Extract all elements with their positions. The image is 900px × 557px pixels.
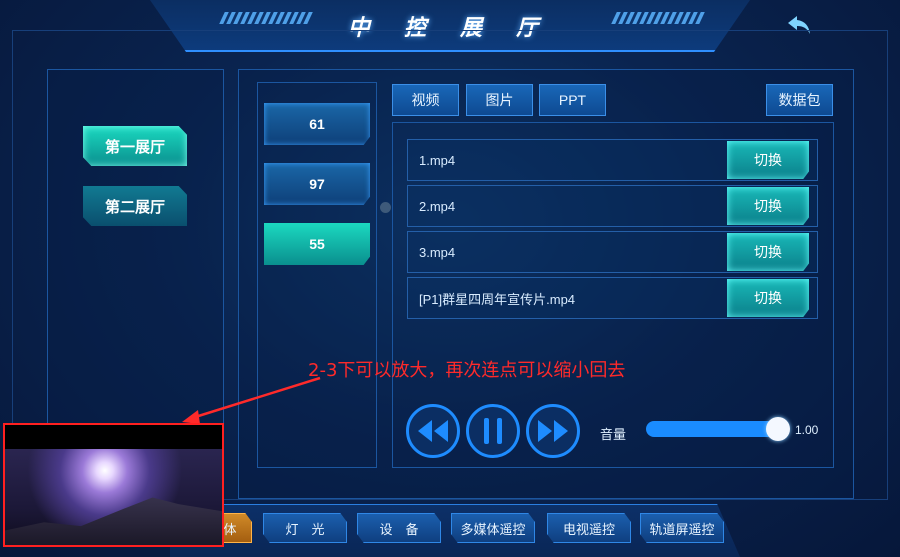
- tab-label: 视频: [411, 92, 440, 108]
- hall-button-2[interactable]: 第二展厅: [83, 186, 187, 226]
- nav-lighting[interactable]: 灯 光: [263, 513, 347, 543]
- switch-label: 切换: [754, 152, 782, 168]
- tab-image[interactable]: 图片: [466, 84, 533, 116]
- fast-forward-icon: [538, 420, 568, 442]
- nav-tv-remote[interactable]: 电视遥控: [547, 513, 631, 543]
- device-button-97[interactable]: 97: [264, 163, 370, 205]
- hall-button-label: 第一展厅: [104, 138, 165, 156]
- data-pack-button[interactable]: 数据包: [766, 84, 833, 116]
- rewind-button[interactable]: [406, 404, 460, 458]
- tab-ppt[interactable]: PPT: [539, 84, 606, 116]
- annotation-arrow: [182, 376, 321, 424]
- data-pack-label: 数据包: [778, 92, 821, 108]
- nav-label: 轨道屏遥控: [649, 521, 715, 537]
- device-button-label: 97: [309, 176, 325, 192]
- switch-button[interactable]: 切换: [727, 187, 809, 225]
- preview-image: [5, 449, 222, 545]
- list-item: 2.mp4 切换: [407, 185, 818, 227]
- scroll-handle[interactable]: [380, 202, 391, 213]
- annotation-text: 2-3下可以放大，再次连点可以缩小回去: [308, 360, 626, 381]
- hall-button-label: 第二展厅: [104, 198, 165, 216]
- switch-label: 切换: [754, 198, 782, 214]
- tab-video[interactable]: 视频: [392, 84, 459, 116]
- header-deco-right: [611, 12, 705, 24]
- file-name: 2.mp4: [419, 198, 456, 214]
- switch-button[interactable]: 切换: [727, 141, 809, 179]
- list-item: 1.mp4 切换: [407, 139, 818, 181]
- file-name: [P1]群星四周年宣传片.mp4: [419, 291, 576, 307]
- rewind-icon: [418, 420, 448, 442]
- nav-label: 电视遥控: [562, 521, 615, 537]
- file-name: 3.mp4: [419, 244, 456, 260]
- volume-label: 音量: [600, 427, 627, 442]
- device-button-55[interactable]: 55: [264, 223, 370, 265]
- switch-label: 切换: [754, 290, 782, 306]
- switch-button[interactable]: 切换: [727, 279, 809, 317]
- switch-label: 切换: [754, 244, 782, 260]
- device-button-label: 55: [309, 236, 325, 252]
- device-button-label: 61: [309, 116, 325, 132]
- pause-icon: [484, 418, 502, 444]
- pause-button[interactable]: [466, 404, 520, 458]
- file-name: 1.mp4: [419, 152, 456, 168]
- nav-rail-screen-remote[interactable]: 轨道屏遥控: [640, 513, 724, 543]
- volume-slider-knob[interactable]: [766, 417, 790, 441]
- list-item: 3.mp4 切换: [407, 231, 818, 273]
- hall-button-1[interactable]: 第一展厅: [83, 126, 187, 166]
- switch-button[interactable]: 切换: [727, 233, 809, 271]
- nav-label: 多媒体遥控: [460, 521, 526, 537]
- nav-multimedia-remote[interactable]: 多媒体遥控: [451, 513, 535, 543]
- header-deco-left: [219, 12, 313, 24]
- nav-equipment[interactable]: 设 备: [357, 513, 441, 543]
- volume-value: 1.00: [795, 423, 819, 437]
- list-item: [P1]群星四周年宣传片.mp4 切换: [407, 277, 818, 319]
- device-button-61[interactable]: 61: [264, 103, 370, 145]
- video-preview[interactable]: [3, 423, 224, 547]
- volume-slider[interactable]: [646, 421, 780, 437]
- tab-label: 图片: [485, 92, 514, 108]
- nav-label: 灯 光: [285, 521, 325, 537]
- fast-forward-button[interactable]: [526, 404, 580, 458]
- nav-label: 设 备: [379, 521, 419, 537]
- tab-label: PPT: [558, 92, 587, 108]
